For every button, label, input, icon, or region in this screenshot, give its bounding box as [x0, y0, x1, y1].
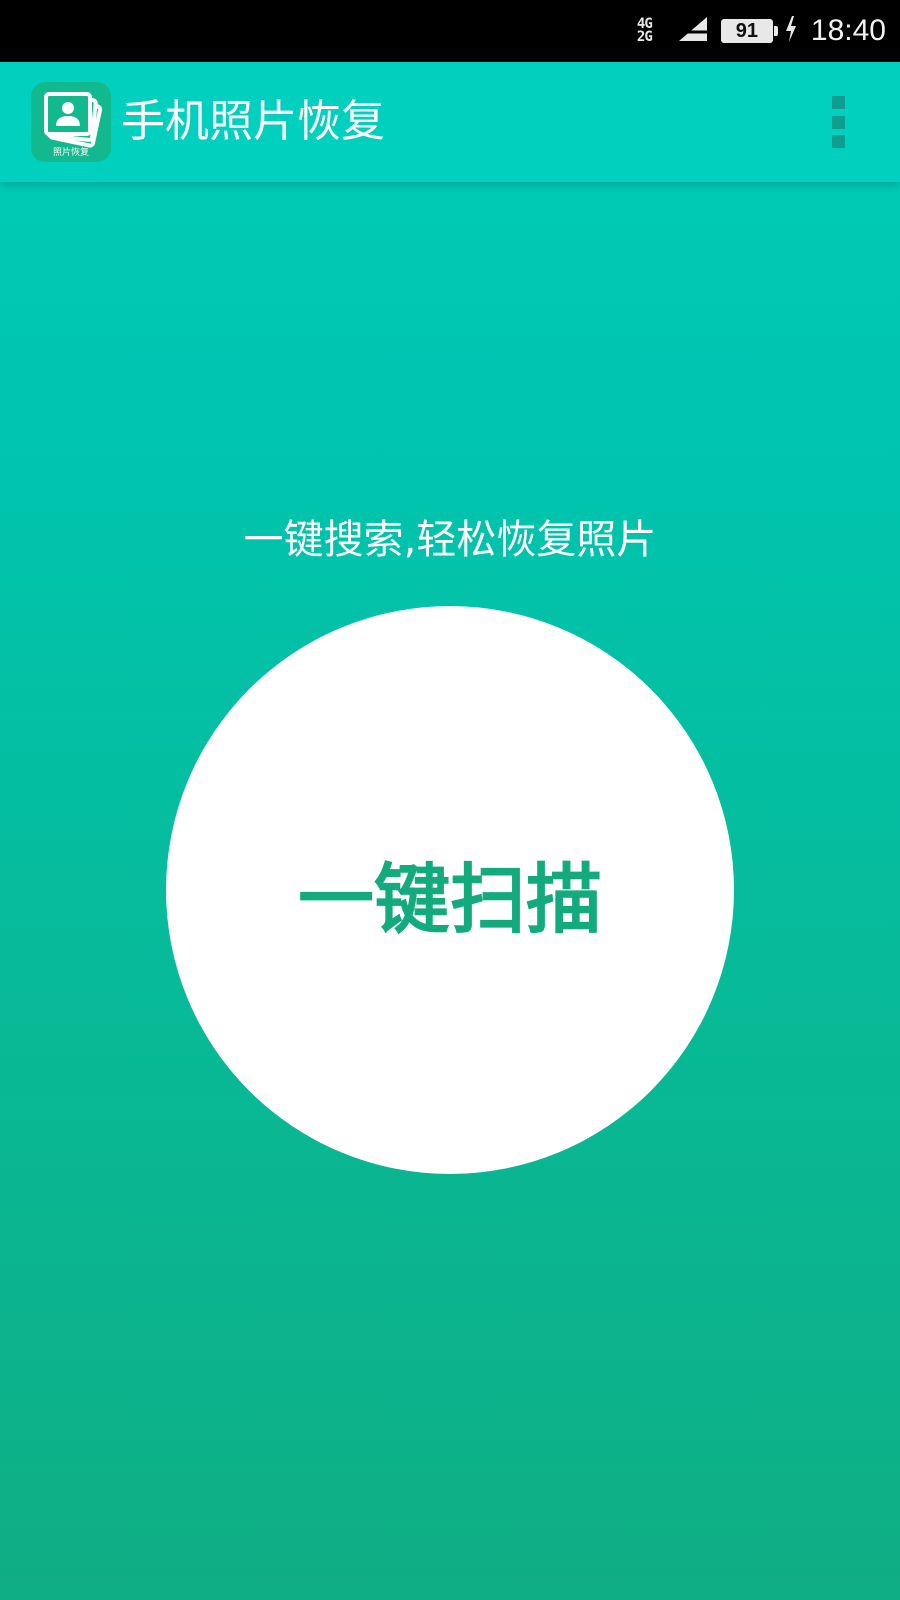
charging-icon: [785, 16, 797, 46]
network-type-label: 4G 2G: [636, 16, 653, 45]
one-click-scan-button[interactable]: 一键扫描: [166, 606, 734, 1174]
more-dot: [831, 135, 845, 148]
app-screen: 4G 2G 91 18:40 照片恢复 手机照片恢复 一键搜索,轻松恢复照片 一…: [0, 0, 900, 1600]
more-dot: [831, 115, 845, 129]
slogan-text: 一键搜索,轻松恢复照片: [243, 517, 657, 563]
signal-icon: [677, 15, 709, 47]
status-icons: 4G 2G 91 18:40: [637, 0, 886, 62]
app-logo: 照片恢复: [31, 82, 111, 162]
more-vert-icon[interactable]: [826, 96, 850, 148]
battery-icon: 91: [720, 19, 778, 43]
more-dot: [831, 96, 845, 109]
logo-caption: 照片恢复: [52, 148, 89, 158]
scan-button-label: 一键扫描: [298, 855, 602, 944]
app-bar: 照片恢复 手机照片恢复: [0, 62, 900, 182]
status-time: 18:40: [810, 14, 886, 47]
battery-level: 91: [735, 19, 759, 42]
app-title: 手机照片恢复: [121, 96, 385, 147]
status-bar: 4G 2G 91 18:40: [0, 0, 900, 62]
